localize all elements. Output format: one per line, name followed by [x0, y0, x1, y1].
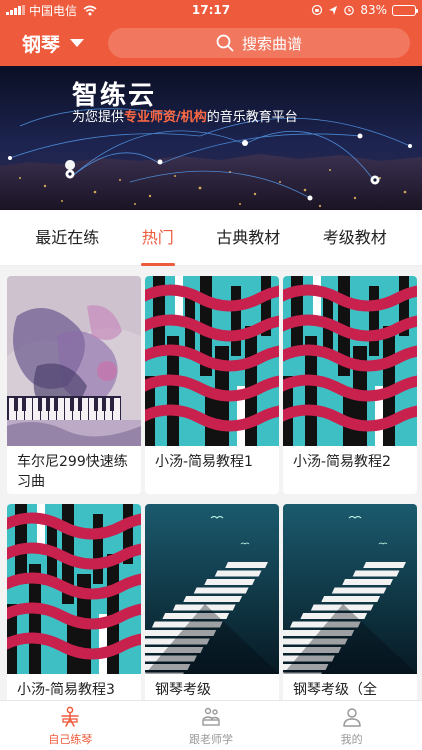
book-cover-watercolor-piano — [7, 276, 141, 446]
book-cover-wave-keys — [7, 504, 141, 674]
instrument-selector[interactable]: 钢琴 — [22, 30, 108, 57]
book-cover-night-keys — [145, 504, 279, 674]
book-grid-container: 车尔尼299快速练习曲 小汤-简易教程1 小汤-简易教程2 小汤-简易教程3 钢… — [0, 266, 422, 700]
rotation-lock-icon — [312, 4, 323, 16]
tab-popular[interactable]: 热门 — [138, 210, 178, 266]
city-network-image — [0, 66, 422, 210]
book-card[interactable]: 钢琴考级 — [145, 504, 279, 700]
book-title: 钢琴考级（全 — [293, 682, 377, 698]
wifi-icon — [83, 5, 97, 15]
book-card[interactable]: 钢琴考级（全 — [283, 504, 417, 700]
book-cover-night-keys — [283, 504, 417, 674]
nav-profile-label: 我的 — [340, 732, 363, 746]
book-cover-wave-keys — [145, 276, 279, 446]
chevron-down-icon — [70, 39, 85, 47]
book-card[interactable]: 车尔尼299快速练习曲 — [7, 276, 141, 494]
book-title: 车尔尼299快速练习曲 — [17, 454, 128, 490]
nav-profile[interactable]: 我的 — [281, 701, 422, 750]
bottom-nav: 自己练琴 跟老师学 我的 — [0, 700, 422, 750]
tab-classical[interactable]: 古典教材 — [212, 210, 284, 266]
book-card[interactable]: 小汤-简易教程2 — [283, 276, 417, 494]
instrument-label: 钢琴 — [22, 33, 61, 56]
banner-subtitle: 为您提供专业师资/机构的音乐教育平台 — [72, 110, 298, 125]
book-title: 小汤-简易教程2 — [293, 454, 391, 470]
book-title: 钢琴考级 — [155, 682, 211, 698]
nav-practice[interactable]: 自己练琴 — [0, 701, 141, 750]
location-icon — [329, 5, 338, 15]
teacher-icon — [202, 707, 220, 726]
cell-signal-icon — [6, 5, 25, 15]
battery-percent: 83% — [360, 3, 387, 17]
search-bar[interactable]: 搜索曲谱 — [108, 28, 410, 58]
book-title: 小汤-简易教程1 — [155, 454, 253, 470]
search-icon — [216, 34, 234, 52]
book-card[interactable]: 小汤-简易教程3 — [7, 504, 141, 700]
nav-practice-label: 自己练琴 — [48, 732, 93, 746]
search-placeholder: 搜索曲谱 — [241, 34, 302, 53]
book-title: 小汤-简易教程3 — [17, 682, 115, 698]
top-bar: 钢琴 搜索曲谱 — [0, 20, 422, 66]
category-tabs: 最近在练 热门 古典教材 考级教材 — [0, 210, 422, 266]
tab-recent[interactable]: 最近在练 — [31, 210, 103, 266]
book-grid: 车尔尼299快速练习曲 小汤-简易教程1 小汤-简易教程2 小汤-简易教程3 钢… — [0, 266, 422, 700]
book-card[interactable]: 小汤-简易教程1 — [145, 276, 279, 494]
battery-icon — [392, 4, 418, 16]
book-cover-wave-keys — [283, 276, 417, 446]
nav-teacher-label: 跟老师学 — [189, 732, 233, 746]
promo-banner[interactable]: 智练云 为您提供专业师资/机构的音乐教育平台 — [0, 66, 422, 210]
alarm-icon — [344, 5, 355, 16]
status-bar: 中国电信 17:17 83% — [0, 0, 422, 20]
practice-icon — [61, 706, 80, 727]
tab-exam[interactable]: 考级教材 — [319, 210, 391, 266]
profile-icon — [342, 707, 361, 727]
carrier-label: 中国电信 — [29, 3, 78, 18]
nav-teacher[interactable]: 跟老师学 — [141, 701, 282, 750]
